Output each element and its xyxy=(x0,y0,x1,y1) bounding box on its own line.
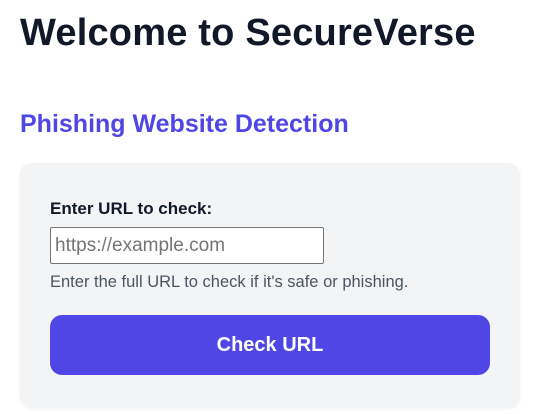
url-help-text: Enter the full URL to check if it's safe… xyxy=(50,273,409,291)
page: Welcome to SecureVerse Phishing Website … xyxy=(0,0,538,414)
check-url-button[interactable]: Check URL xyxy=(50,315,490,375)
page-title: Welcome to SecureVerse xyxy=(20,12,476,54)
url-field-label: Enter URL to check: xyxy=(50,199,213,218)
url-input[interactable] xyxy=(50,227,324,264)
section-heading: Phishing Website Detection xyxy=(20,110,349,138)
url-check-card: Enter URL to check: Enter the full URL t… xyxy=(20,163,520,408)
